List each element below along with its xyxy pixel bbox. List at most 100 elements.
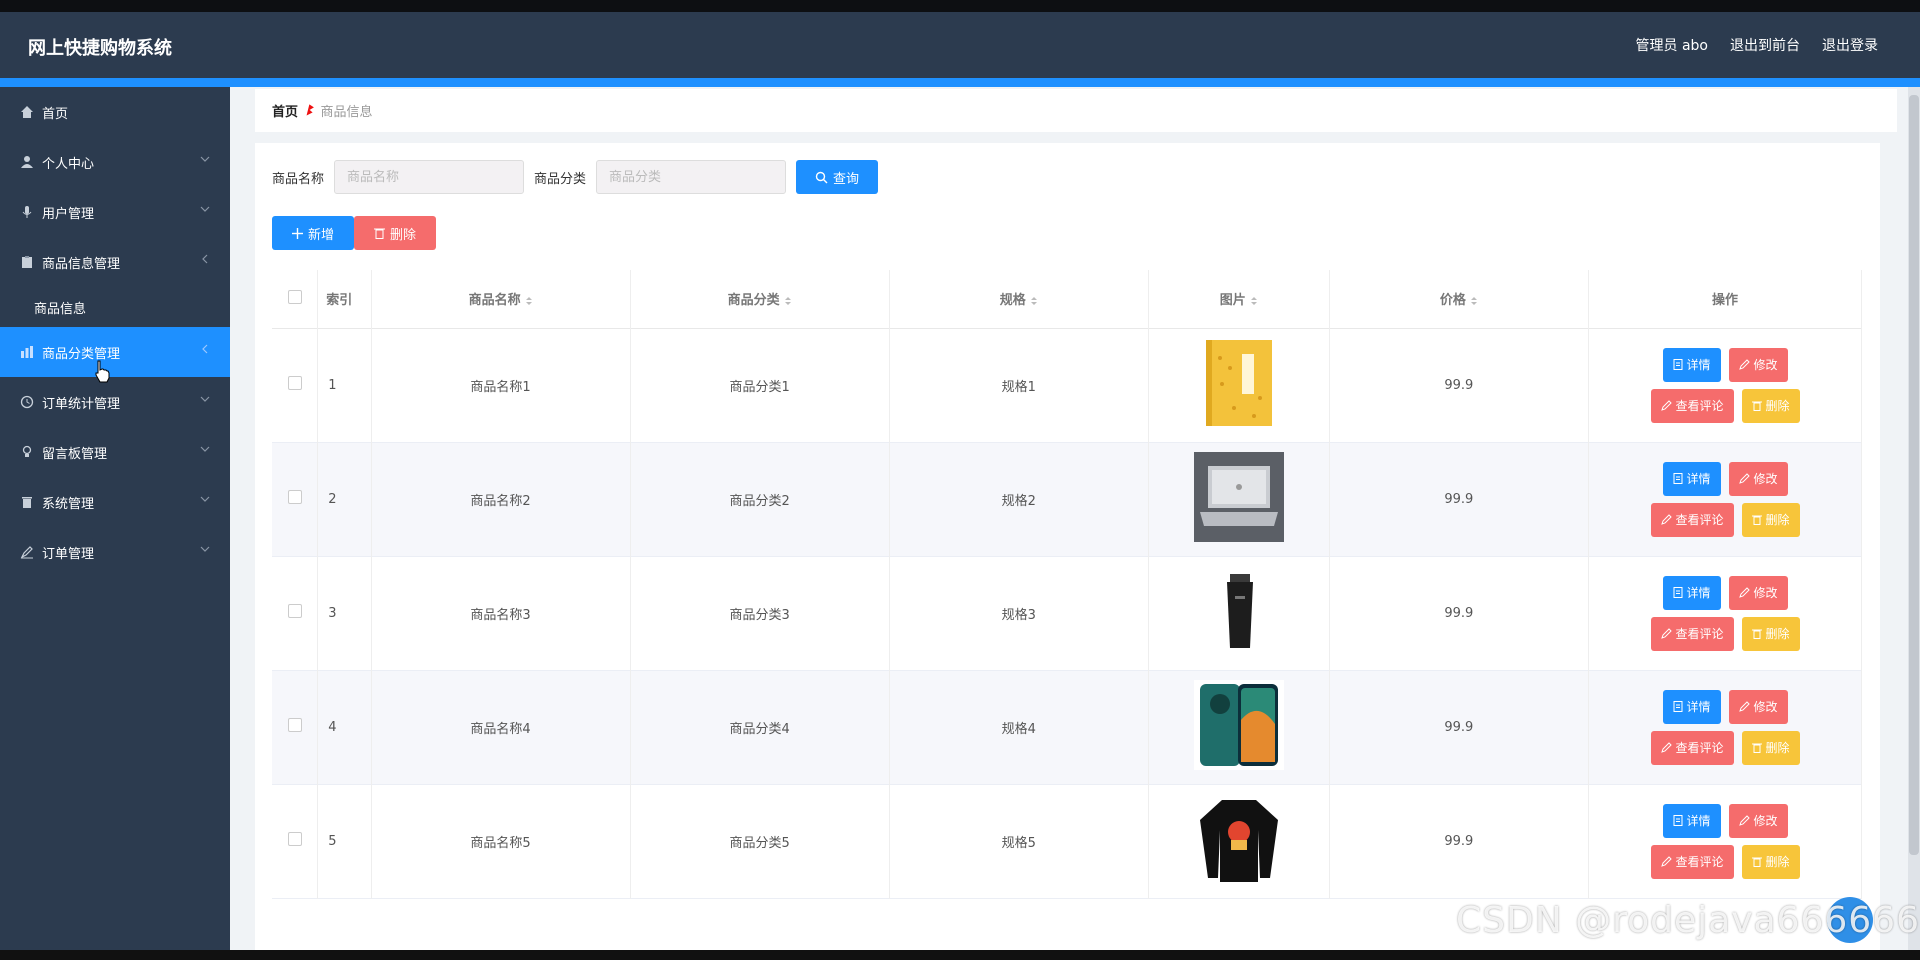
price-cell: 99.9 [1329,670,1590,784]
view-reviews-button[interactable]: 查看评论 [1650,502,1734,537]
name-cell: 商品名称5 [371,784,631,898]
edit-button[interactable]: 修改 [1728,347,1788,382]
column-header-label: 图片 [1219,293,1246,309]
edit-button[interactable]: 修改 [1728,803,1788,838]
delete-button[interactable]: 删除 [1741,502,1800,537]
batch-delete-button-label: 删除 [389,227,416,243]
price-cell: 99.9 [1329,328,1590,442]
select-all-checkbox[interactable] [287,289,302,304]
delete-button-label: 删除 [1765,741,1790,755]
trash-icon [1751,401,1762,411]
detail-button[interactable]: 详情 [1662,347,1721,382]
search-icon [815,171,828,183]
chevron-down-icon [200,496,210,502]
edit-icon [1738,473,1750,484]
sidebar-subitem-product-info[interactable]: 商品信息 [0,287,230,327]
breadcrumb-separator-icon: ꔪ [306,102,313,119]
detail-button-label: 详情 [1686,472,1711,486]
plus-icon [291,227,303,239]
table-row: 3 商品名称3 商品分类3 规格3 99.9 详情 修改 查看评论 删除 [272,556,1862,670]
delete-button[interactable]: 删除 [1741,730,1800,765]
sort-icon [784,296,791,305]
edit-icon [1738,359,1750,370]
add-button[interactable]: 新增 [272,216,354,250]
column-header-category[interactable]: 商品分类 [630,270,890,328]
sort-icon [1250,296,1257,305]
sidebar-item-order-stats[interactable]: 订单统计管理 [0,377,230,427]
image-cell [1148,556,1330,670]
trash-icon [373,228,385,239]
view-reviews-button[interactable]: 查看评论 [1650,616,1734,651]
sidebar-item-system[interactable]: 系统管理 [0,477,230,527]
sidebar-item-profile[interactable]: 个人中心 [0,137,230,187]
category-cell: 商品分类2 [630,442,890,556]
delete-button[interactable]: 删除 [1741,616,1800,651]
sidebar-item-category-mgmt[interactable]: 商品分类管理 [0,327,230,377]
sidebar-item-product-info-mgmt[interactable]: 商品信息管理 [0,237,230,287]
row-select-cell [272,328,319,442]
index-cell: 2 [317,442,372,556]
exit-to-front-link[interactable]: 退出到前台 [1730,35,1800,55]
price-cell: 99.9 [1329,784,1590,898]
detail-button[interactable]: 详情 [1662,689,1721,724]
action-bar: 新增 删除 [272,216,436,250]
clock-icon [20,395,34,409]
chevron-left-icon [202,344,208,354]
column-header-image[interactable]: 图片 [1148,270,1330,328]
view-reviews-button[interactable]: 查看评论 [1650,730,1734,765]
detail-button[interactable]: 详情 [1662,803,1721,838]
watermark-text: CSDN @rodejava666666 [1456,900,1920,941]
edit-button[interactable]: 修改 [1728,461,1788,496]
bulb-icon [20,445,34,459]
view-reviews-button[interactable]: 查看评论 [1650,388,1734,423]
batch-delete-button[interactable]: 删除 [354,216,436,250]
edit-icon [1738,815,1750,826]
view-reviews-button-label: 查看评论 [1675,855,1724,869]
edit-button-label: 修改 [1753,586,1778,600]
chevron-left-icon [202,254,208,264]
delete-button-label: 删除 [1765,399,1790,413]
detail-button[interactable]: 详情 [1662,461,1721,496]
delete-button-label: 删除 [1765,627,1790,641]
name-cell: 商品名称1 [371,328,631,442]
edit-button[interactable]: 修改 [1728,689,1788,724]
breadcrumb-home[interactable]: 首页 [272,101,298,120]
column-header-spec[interactable]: 规格 [889,270,1149,328]
add-button-label: 新增 [307,227,334,243]
sidebar-item-message-board[interactable]: 留言板管理 [0,427,230,477]
detail-button[interactable]: 详情 [1662,575,1721,610]
admin-label[interactable]: 管理员 abo [1636,35,1708,55]
accent-bar [0,78,1920,87]
name-cell: 商品名称4 [371,670,631,784]
spec-cell: 规格2 [889,442,1149,556]
scrollbar-thumb[interactable] [1909,95,1919,855]
edit-button[interactable]: 修改 [1728,575,1788,610]
index-cell: 4 [317,670,372,784]
row-checkbox[interactable] [287,604,302,618]
row-select-cell [272,556,319,670]
logout-link[interactable]: 退出登录 [1822,35,1878,55]
product-category-input[interactable] [596,160,787,194]
actions-cell: 详情 修改 查看评论 删除 [1588,784,1862,898]
row-checkbox[interactable] [287,832,302,846]
query-button[interactable]: 查询 [796,160,879,194]
sidebar: 首页 个人中心 用户管理 商品信息管理 商品信息 商品分类管理 订单统计管理 留… [0,87,230,950]
view-reviews-button-label: 查看评论 [1675,741,1724,755]
column-header-index: 索引 [317,270,372,328]
row-checkbox[interactable] [287,490,302,504]
view-reviews-button[interactable]: 查看评论 [1650,844,1734,879]
sidebar-item-home[interactable]: 首页 [0,87,230,137]
product-name-input[interactable] [334,160,525,194]
actions-cell: 详情 修改 查看评论 删除 [1588,328,1862,442]
column-header-price[interactable]: 价格 [1329,270,1590,328]
index-cell: 5 [317,784,372,898]
delete-button[interactable]: 删除 [1741,388,1800,423]
column-header-name[interactable]: 商品名称 [371,270,631,328]
row-checkbox[interactable] [287,718,302,732]
row-checkbox[interactable] [287,376,302,390]
chart-icon [20,345,34,359]
sidebar-item-users[interactable]: 用户管理 [0,187,230,237]
sidebar-item-orders[interactable]: 订单管理 [0,527,230,577]
delete-button[interactable]: 删除 [1741,844,1800,879]
trash-icon [20,495,34,509]
